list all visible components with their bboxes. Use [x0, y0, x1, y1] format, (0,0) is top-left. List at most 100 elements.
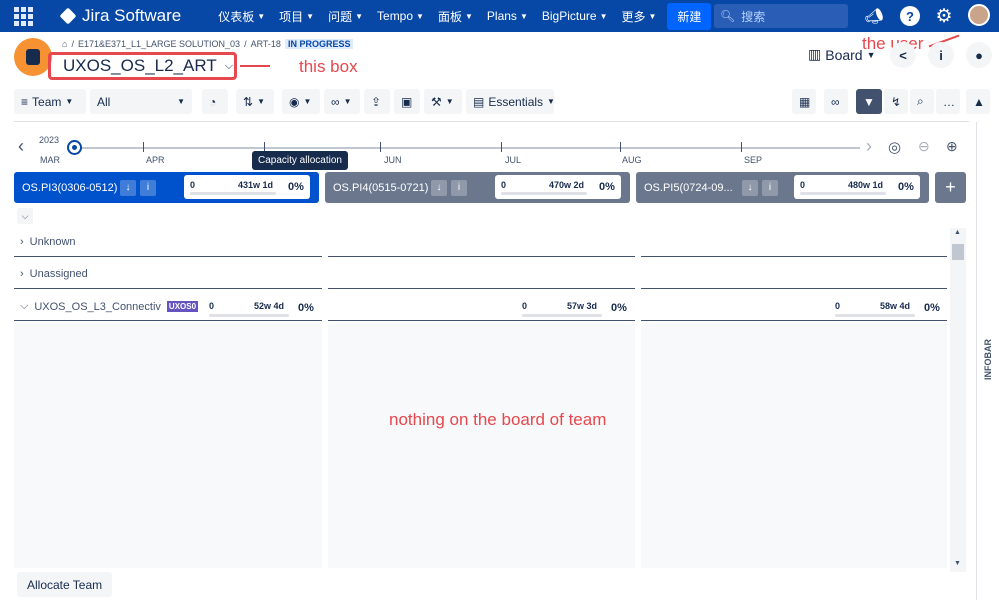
nav-item-more[interactable]: 更多 ▼	[614, 3, 663, 30]
capacity-bar	[190, 192, 276, 195]
divider	[14, 121, 969, 122]
create-button[interactable]: 新建	[667, 2, 712, 30]
assign-button[interactable]: ▣	[394, 89, 420, 114]
increment-pi5[interactable]: OS.PI5(0724-09... ↓ i 0 480w 1d 0%	[636, 172, 929, 203]
nav-label: 仪表板	[218, 9, 255, 24]
infobar-tab[interactable]: INFOBAR	[978, 320, 998, 400]
timeline-tick	[741, 142, 742, 152]
team-capacity[interactable]: 0 57w 3d 0%	[522, 298, 627, 320]
row-unknown[interactable]: › Unknown	[20, 236, 76, 248]
nav-label: 问题	[328, 9, 353, 24]
board-lane[interactable]	[641, 323, 947, 568]
chevron-down-icon: ▼	[177, 97, 185, 106]
upload-icon: ⇪	[371, 94, 382, 109]
info-button[interactable]: i	[928, 42, 954, 68]
more-button[interactable]: …	[936, 89, 960, 114]
nav-label: 项目	[279, 9, 304, 24]
search-input[interactable]: 🔍︎ 搜索	[714, 4, 848, 28]
timeline-tick	[380, 142, 381, 152]
vertical-scrollbar[interactable]: ▲ ▼	[950, 228, 966, 572]
pie-chart-button[interactable]: ◔	[202, 89, 228, 114]
increment-name: OS.PI5(0724-09...	[644, 181, 733, 194]
capacity-box[interactable]: 0 480w 1d 0%	[794, 175, 920, 199]
link-options-button[interactable]: ∞ ▼	[324, 89, 360, 114]
scroll-up-icon[interactable]: ▲	[954, 229, 961, 236]
board-lane[interactable]	[14, 323, 322, 568]
target-icon[interactable]: ◎	[888, 138, 901, 156]
scroll-thumb[interactable]	[952, 244, 964, 260]
chevron-left-icon[interactable]: ‹	[18, 136, 24, 157]
collapse-all-button[interactable]: ⌵	[17, 208, 33, 224]
increment-pi4[interactable]: OS.PI4(0515-0721) ↓ i 0 470w 2d 0%	[325, 172, 630, 203]
row-unassigned[interactable]: › Unassigned	[20, 268, 88, 280]
sort-down-icon[interactable]: ↓	[742, 179, 758, 196]
allocate-team-button[interactable]: Allocate Team	[17, 572, 113, 597]
nav-item-projects[interactable]: 项目 ▼	[272, 3, 321, 30]
add-increment-button[interactable]: +	[935, 172, 966, 203]
calendar-button[interactable]: ▦	[792, 89, 816, 114]
user-menu-button[interactable]: ●	[966, 42, 992, 68]
chevron-down-icon: ⌵	[21, 210, 29, 221]
info-icon[interactable]: i	[451, 179, 467, 196]
board-selector[interactable]: ▥ Board ▼	[808, 46, 876, 63]
chevron-down-icon: ▼	[355, 11, 364, 21]
capacity-box[interactable]: 0 470w 2d 0%	[495, 175, 621, 199]
scroll-down-icon[interactable]: ▼	[954, 560, 961, 567]
chevron-right-icon[interactable]: ›	[866, 136, 872, 157]
person-card-icon: ▣	[401, 94, 413, 109]
export-button[interactable]: ⇪	[364, 89, 390, 114]
collapse-toolbar-button[interactable]: ▲	[966, 89, 990, 114]
more-icon: …	[943, 94, 955, 109]
view-button[interactable]: ◉ ▼	[282, 89, 320, 114]
filter-select[interactable]: All ▼	[90, 89, 192, 114]
breadcrumb-key[interactable]: ART-18	[251, 39, 281, 49]
team-badge: UXOS0	[166, 301, 199, 312]
info-icon[interactable]: i	[140, 179, 156, 196]
gear-icon[interactable]: ⚙︎	[934, 6, 954, 27]
page-title-selector[interactable]: UXOS_OS_L2_ART ⌵	[48, 52, 237, 80]
team-capacity[interactable]: 0 52w 4d 0%	[209, 298, 314, 320]
sort-down-icon[interactable]: ↓	[120, 179, 136, 196]
sort-down-icon[interactable]: ↓	[431, 179, 447, 196]
nav-item-bigpicture[interactable]: BigPicture ▼	[535, 3, 615, 30]
increment-pi3[interactable]: OS.PI3(0306-0512) ↓ i 0 431w 1d 0%	[14, 172, 319, 203]
search-placeholder: 搜索	[741, 9, 766, 24]
home-icon[interactable]: ⌂	[62, 39, 67, 49]
filter-value: All	[97, 94, 111, 109]
share-button[interactable]: <	[890, 42, 916, 68]
breadcrumb-project[interactable]: E171&E371_L1_LARGE SOLUTION_03	[78, 39, 240, 49]
timeline-track[interactable]	[74, 147, 860, 149]
team-capacity[interactable]: 0 58w 4d 0%	[835, 298, 940, 320]
board-label: Board	[825, 46, 863, 63]
team-dropdown[interactable]: ≡ Team ▼	[14, 89, 86, 114]
capacity-bar	[501, 192, 587, 195]
link-icon: ∞	[331, 94, 340, 109]
nav-item-dashboards[interactable]: 仪表板 ▼	[211, 3, 272, 30]
info-icon[interactable]: i	[762, 179, 778, 196]
breadcrumb-separator: /	[71, 39, 74, 49]
tools-button[interactable]: ⚒ ▼	[424, 89, 462, 114]
dependencies-button[interactable]: ∞	[824, 89, 848, 114]
timeline-handle[interactable]	[67, 140, 82, 155]
essentials-dropdown[interactable]: ▤ Essentials ▼	[466, 89, 555, 114]
search-button[interactable]: ⌕	[910, 89, 934, 114]
zoom-in-icon[interactable]: ⊕	[946, 138, 958, 155]
row-team[interactable]: ⌵ UXOS_OS_L3_Connectiv UXOS0	[20, 300, 199, 313]
row-divider	[328, 256, 635, 257]
nav-item-issues[interactable]: 问题 ▼	[321, 3, 370, 30]
board-lane[interactable]	[328, 323, 635, 568]
megaphone-icon[interactable]: 📣︎	[864, 6, 884, 26]
app-switcher-button[interactable]	[0, 0, 46, 32]
nav-item-boards[interactable]: 面板 ▼	[431, 3, 480, 30]
filter-button[interactable]: ▼	[856, 89, 882, 114]
sort-button[interactable]: ⇅ ▼	[236, 89, 274, 114]
user-avatar[interactable]	[968, 4, 990, 26]
nav-item-tempo[interactable]: Tempo ▼	[370, 3, 431, 30]
jira-logo[interactable]: Jira Software	[59, 6, 181, 26]
nav-item-plans[interactable]: Plans ▼	[480, 3, 535, 30]
capacity-box[interactable]: 0 431w 1d 0%	[184, 175, 310, 199]
capacity-percent: 0%	[898, 181, 914, 193]
zoom-out-icon[interactable]: ⊖	[918, 138, 930, 155]
help-icon[interactable]: ?	[900, 6, 920, 26]
quick-action-button[interactable]: ↯	[884, 89, 908, 114]
